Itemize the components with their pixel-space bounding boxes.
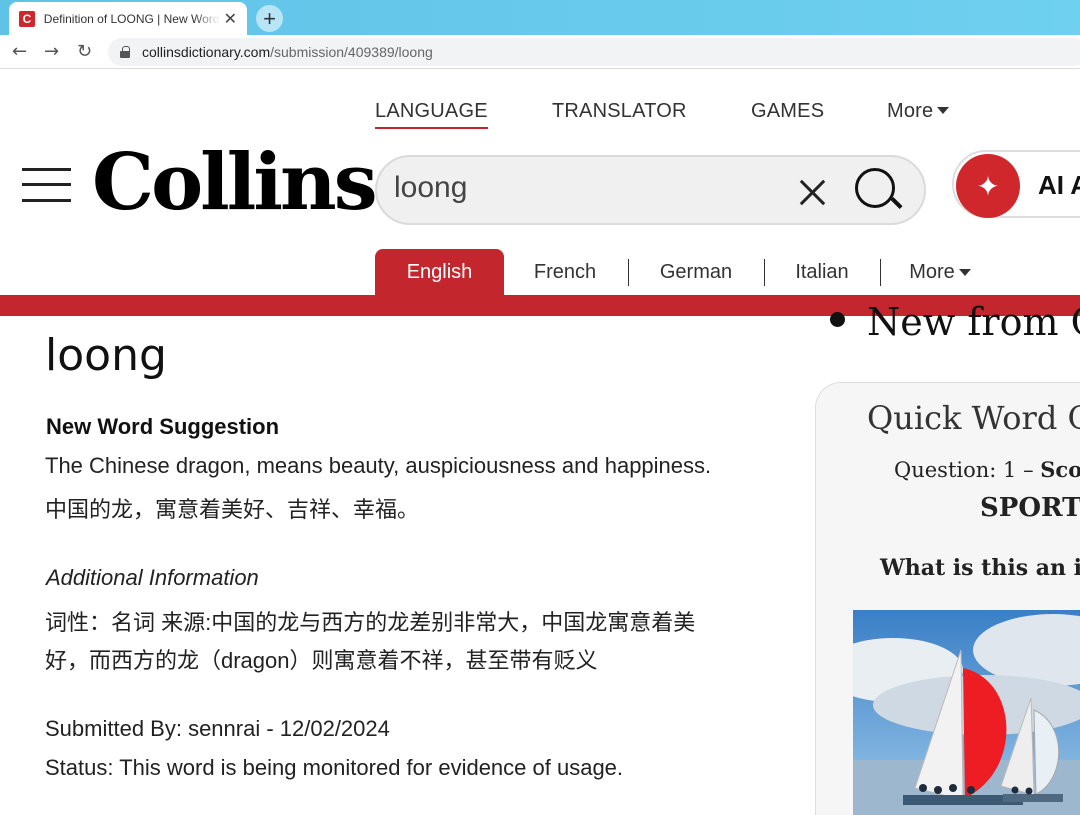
- ai-button-label: AI A: [1038, 170, 1080, 200]
- search-input[interactable]: loong: [375, 155, 926, 225]
- browser-tab-bar: C Definition of LOONG | New Word Suggest…: [0, 0, 1080, 35]
- tab-english[interactable]: English: [375, 249, 504, 295]
- nav-games[interactable]: GAMES: [751, 100, 824, 123]
- tab-divider: [880, 259, 881, 286]
- tab-italian[interactable]: Italian: [774, 249, 870, 295]
- nav-language[interactable]: LANGUAGE: [375, 100, 488, 129]
- forward-arrow-icon[interactable]: →: [44, 41, 59, 62]
- nav-more-label: More: [887, 100, 934, 122]
- submitted-by: Submitted By: sennrai - 12/02/2024: [45, 716, 390, 741]
- tab-german[interactable]: German: [640, 249, 752, 295]
- tab-more[interactable]: More: [892, 249, 988, 295]
- section-heading: New Word Suggestion: [46, 414, 280, 439]
- nav-translator[interactable]: TRANSLATOR: [552, 100, 687, 123]
- tab-french[interactable]: French: [510, 249, 620, 295]
- tab-more-label: More: [909, 260, 955, 283]
- url-domain: collinsdictionary.com: [142, 44, 271, 60]
- quiz-card: Quick Word C Question: 1 – Sco SPORT Wha…: [815, 382, 1080, 815]
- bullet-icon: [830, 312, 845, 327]
- url-text: collinsdictionary.com/submission/409389/…: [142, 44, 433, 60]
- collins-favicon-icon: C: [19, 10, 35, 27]
- reload-icon[interactable]: ↻: [77, 41, 92, 62]
- back-arrow-icon[interactable]: ←: [12, 41, 27, 62]
- collins-logo[interactable]: Collins: [92, 137, 378, 228]
- clear-search-icon[interactable]: [795, 175, 829, 209]
- quiz-question-line: Question: 1 – Sco: [894, 457, 1080, 482]
- headword: loong: [45, 330, 167, 381]
- definition-english: The Chinese dragon, means beauty, auspic…: [45, 453, 712, 478]
- sidebar-list-item[interactable]: New from C: [830, 300, 1080, 344]
- top-navigation: LANGUAGE TRANSLATOR GAMES More: [0, 100, 1080, 130]
- sparkle-icon: ✦: [956, 154, 1020, 218]
- tab-title: Definition of LOONG | New Word Suggestio…: [43, 11, 220, 26]
- quiz-dash: –: [1016, 458, 1041, 482]
- quiz-title: Quick Word C: [867, 399, 1080, 437]
- sidebar-link-text: New from C: [867, 300, 1080, 344]
- url-field[interactable]: collinsdictionary.com/submission/409389/…: [108, 38, 1080, 66]
- search-query: loong: [394, 171, 468, 204]
- new-tab-button[interactable]: +: [256, 5, 283, 32]
- additional-info-heading: Additional Information: [46, 565, 259, 590]
- tab-divider: [628, 259, 629, 286]
- language-tabs: English French German Italian More: [0, 249, 1080, 295]
- url-path: /submission/409389/loong: [270, 44, 433, 60]
- lock-icon[interactable]: [120, 46, 130, 58]
- menu-hamburger-icon[interactable]: [22, 168, 71, 202]
- quiz-question-number: Question: 1: [894, 458, 1017, 482]
- browser-tab[interactable]: C Definition of LOONG | New Word Suggest…: [9, 2, 247, 35]
- quiz-score: Sco: [1040, 457, 1080, 482]
- nav-more[interactable]: More: [887, 100, 950, 123]
- quiz-category: SPORT: [980, 493, 1080, 523]
- ai-assistant-button[interactable]: ✦ AI A: [952, 150, 1080, 218]
- quiz-prompt: What is this an i: [880, 555, 1080, 581]
- status-text: Status: This word is being monitored for…: [45, 755, 624, 780]
- tab-divider: [764, 259, 765, 286]
- definition-chinese: 中国的龙，寓意着美好、吉祥、幸福。: [45, 497, 420, 522]
- additional-info-line: 词性：名词 来源:中国的龙与西方的龙差别非常大，中国龙寓意着美: [45, 610, 696, 635]
- address-bar-row: ← → ↻ collinsdictionary.com/submission/4…: [0, 35, 1080, 69]
- close-tab-icon[interactable]: ✕: [224, 9, 237, 29]
- quiz-sailboat-image: [853, 610, 1080, 815]
- caret-down-icon: [937, 107, 950, 114]
- caret-down-icon: [958, 268, 971, 276]
- search-icon[interactable]: [855, 168, 903, 216]
- additional-info-line: 好，而西方的龙（dragon）则寓意着不祥，甚至带有贬义: [45, 648, 598, 673]
